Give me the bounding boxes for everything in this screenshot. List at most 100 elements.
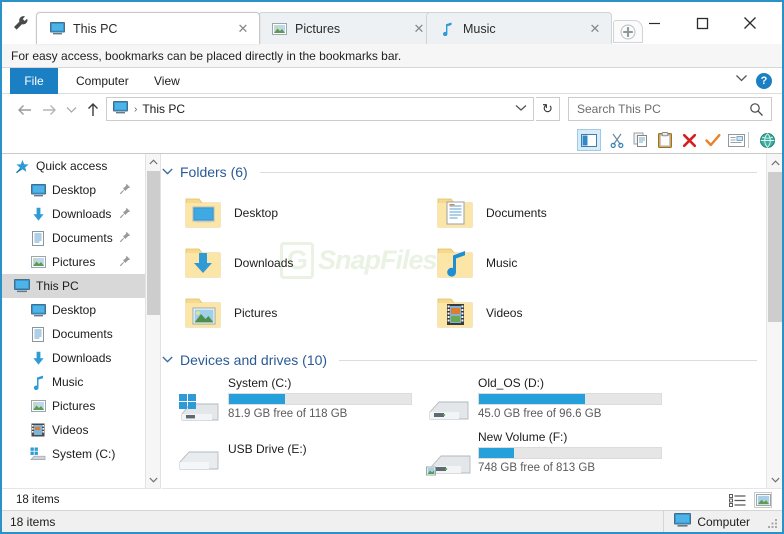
ribbon-tab-file[interactable]: File (10, 68, 58, 94)
arrow-right-icon (43, 105, 56, 115)
content-scrollbar[interactable] (766, 154, 782, 488)
sidebar-scrollbar[interactable] (146, 154, 161, 488)
external-drive-icon (426, 444, 472, 480)
folder-item-downloads[interactable]: Downloads (182, 244, 293, 282)
drive-free-text: 748 GB free of 813 GB (478, 462, 595, 474)
group-divider (339, 359, 757, 361)
refresh-button[interactable]: ↻ (536, 97, 560, 121)
scroll-up-icon[interactable] (767, 154, 782, 171)
wrench-icon[interactable] (10, 12, 32, 34)
folder-documents-icon (434, 194, 476, 232)
rename-button[interactable] (725, 130, 747, 150)
tab-close-icon[interactable]: ✕ (236, 22, 250, 36)
pane-icon (581, 133, 597, 147)
sidebar-item-desktop[interactable]: Desktop (2, 298, 145, 322)
resize-grip-icon[interactable] (765, 516, 779, 530)
sidebar-item-pictures[interactable]: Pictures (2, 394, 145, 418)
copy-button[interactable] (630, 130, 652, 150)
recent-locations-button[interactable] (60, 99, 82, 121)
tab-pictures[interactable]: Pictures ✕ (258, 12, 436, 44)
browse-web-button[interactable] (756, 130, 778, 150)
drive-item-usb-e[interactable]: USB Drive (E:) (176, 440, 307, 480)
address-input[interactable]: › This PC (106, 97, 534, 121)
sidebar-item-music[interactable]: Music (2, 370, 145, 394)
breadcrumb-separator: › (134, 103, 138, 115)
ribbon-tab-view[interactable]: View (144, 68, 190, 94)
chevron-down-icon[interactable] (735, 72, 748, 86)
group-header-devices[interactable]: Devices and drives (10) (162, 352, 765, 368)
rename-icon (727, 133, 745, 147)
monitor-icon (674, 512, 692, 532)
close-button[interactable] (732, 10, 768, 36)
sidebar-item-desktop-quick[interactable]: Desktop (2, 178, 145, 202)
picture-icon (30, 398, 46, 414)
scroll-down-icon[interactable] (767, 471, 782, 488)
folder-item-videos[interactable]: Videos (434, 294, 522, 332)
tab-this-pc[interactable]: This PC ✕ (36, 12, 260, 44)
drive-info: New Volume (F:) 748 GB free of 813 GB (478, 430, 662, 474)
folder-item-label: Music (486, 256, 518, 270)
breadcrumb-current[interactable]: This PC (142, 102, 185, 116)
status-computer-label: Computer (697, 515, 750, 529)
chevron-down-icon (66, 107, 76, 113)
file-list-pane[interactable]: G SnapFiles Folders (6) Desktop Document… (162, 154, 765, 488)
drive-item-old-os-d[interactable]: Old_OS (D:) 45.0 GB free of 96.6 GB (426, 376, 662, 426)
search-input[interactable]: Search This PC (568, 97, 772, 121)
confirm-button[interactable] (702, 130, 724, 150)
drives-grid: System (C:) 81.9 GB free of 118 GB Old_O… (162, 368, 765, 488)
sidebar-item-quick-access[interactable]: Quick access (2, 154, 145, 178)
chevron-down-icon[interactable] (515, 103, 527, 115)
pin-icon[interactable] (119, 255, 131, 267)
large-icons-view-button[interactable] (754, 492, 772, 508)
pin-icon[interactable] (119, 207, 131, 219)
up-button[interactable] (82, 99, 104, 121)
sidebar-item-label: Downloads (52, 207, 112, 221)
sidebar-item-videos[interactable]: Videos (2, 418, 145, 442)
content-scrollbar-thumb[interactable] (768, 172, 782, 322)
pin-icon[interactable] (119, 231, 131, 243)
paste-button[interactable] (654, 130, 676, 150)
tab-music[interactable]: Music ✕ (426, 12, 612, 44)
sidebar-item-label: Videos (52, 423, 89, 437)
folder-item-desktop[interactable]: Desktop (182, 194, 278, 232)
drive-item-new-volume-f[interactable]: New Volume (F:) 748 GB free of 813 GB (426, 430, 662, 480)
chevron-down-icon[interactable] (162, 354, 173, 366)
navigation-pane-toggle-button[interactable] (577, 129, 601, 151)
folder-item-music[interactable]: Music (434, 244, 517, 282)
sidebar-item-downloads[interactable]: Downloads (2, 346, 145, 370)
sidebar-item-documents-quick[interactable]: Documents (2, 226, 145, 250)
sidebar-item-this-pc[interactable]: This PC (2, 274, 145, 298)
status-computer-section: Computer (663, 511, 760, 532)
pin-icon[interactable] (119, 183, 131, 195)
chevron-down-icon[interactable] (162, 166, 173, 178)
back-button[interactable] (14, 99, 36, 121)
folder-desktop-icon (182, 194, 224, 232)
scroll-down-icon[interactable] (146, 472, 161, 488)
maximize-button[interactable] (684, 10, 720, 36)
drive-item-system-c[interactable]: System (C:) 81.9 GB free of 118 GB (176, 376, 412, 426)
search-icon[interactable] (749, 102, 764, 122)
forward-button[interactable] (38, 99, 60, 121)
sidebar-item-pictures-quick[interactable]: Pictures (2, 250, 145, 274)
folder-item-documents[interactable]: Documents (434, 194, 547, 232)
details-view-button[interactable] (728, 492, 746, 508)
sidebar-item-documents[interactable]: Documents (2, 322, 145, 346)
navigation-pane[interactable]: Quick access Desktop Downloads Documents… (2, 154, 146, 488)
folder-item-pictures[interactable]: Pictures (182, 294, 277, 332)
tab-label: Pictures (295, 21, 341, 36)
help-icon[interactable]: ? (756, 73, 772, 89)
minimize-button[interactable] (636, 10, 672, 36)
sidebar-item-downloads-quick[interactable]: Downloads (2, 202, 145, 226)
sidebar-item-system-c[interactable]: System (C:) (2, 442, 145, 466)
tab-close-icon[interactable]: ✕ (412, 22, 426, 36)
tab-close-icon[interactable]: ✕ (588, 22, 602, 36)
ribbon-tab-computer[interactable]: Computer (66, 68, 139, 94)
scissors-icon (610, 133, 624, 148)
group-header-folders[interactable]: Folders (6) (162, 164, 765, 180)
sidebar-scrollbar-thumb[interactable] (147, 171, 160, 315)
tab-strip: This PC ✕ Pictures ✕ Music ✕ (2, 2, 782, 44)
cut-button[interactable] (606, 130, 628, 150)
ribbon-menu-bar: File Computer View ? (2, 68, 782, 94)
delete-button[interactable] (678, 130, 700, 150)
scroll-up-icon[interactable] (146, 154, 161, 170)
